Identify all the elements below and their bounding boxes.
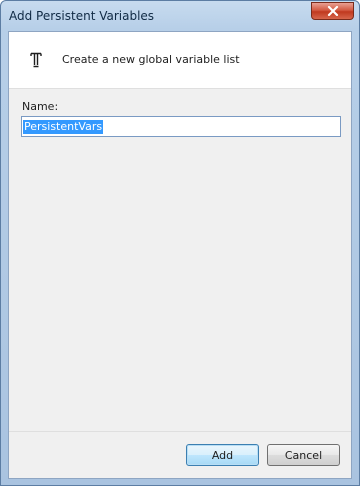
cancel-button[interactable]: Cancel — [267, 444, 340, 466]
banner-description: Create a new global variable list — [62, 53, 240, 66]
persistent-variable-icon — [30, 52, 42, 68]
dialog-client-area: Create a new global variable list Name: … — [8, 31, 352, 479]
name-label: Name: — [22, 100, 59, 113]
title-bar[interactable]: Add Persistent Variables — [1, 1, 359, 31]
header-banner: Create a new global variable list — [9, 32, 351, 89]
window-title: Add Persistent Variables — [9, 9, 155, 23]
name-input-value: PersistentVars — [23, 119, 104, 134]
close-button[interactable] — [311, 2, 354, 20]
dialog-footer: Add Cancel — [9, 431, 351, 478]
add-button[interactable]: Add — [186, 444, 259, 466]
name-input[interactable]: PersistentVars — [21, 116, 341, 137]
close-icon — [327, 6, 338, 16]
dialog-window: Add Persistent Variables Create a new gl… — [0, 0, 360, 486]
